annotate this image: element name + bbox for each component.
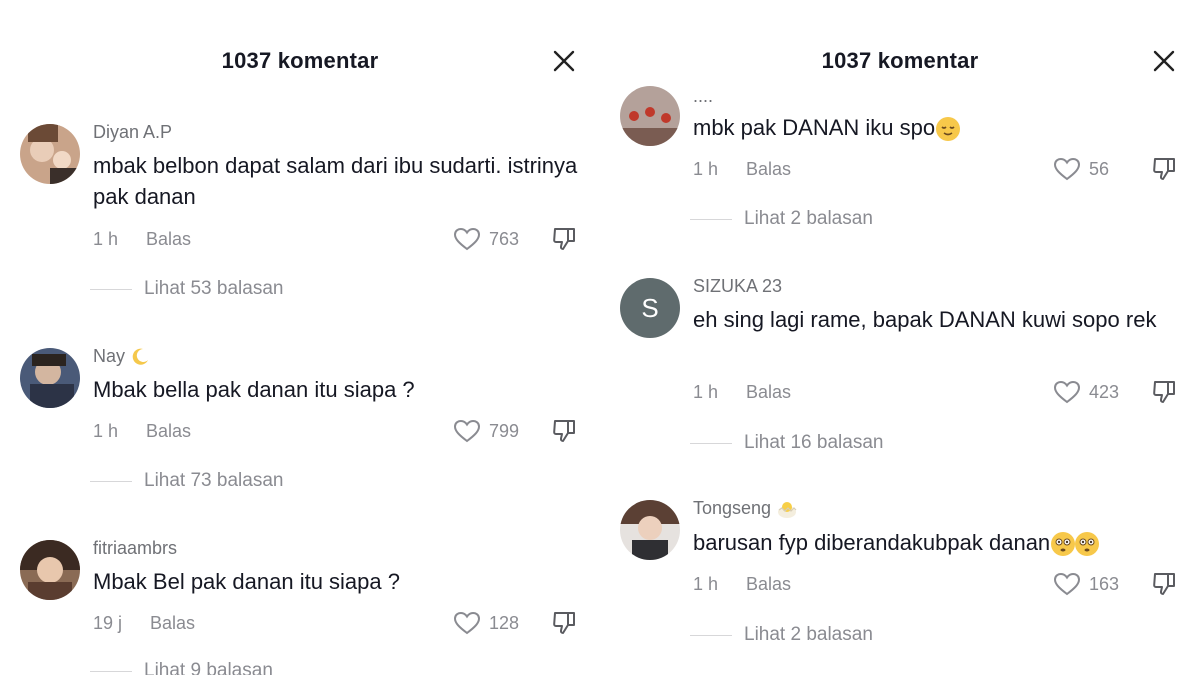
username-with-emoji[interactable]: Nay [93, 346, 150, 367]
comment-time: 1 h [693, 382, 719, 402]
comment-text-with-emoji: barusan fyp diberandakubpak danan [693, 527, 1193, 558]
comments-count-title: 1037 komentar [221, 48, 379, 73]
heart-icon [453, 227, 481, 251]
username[interactable]: fitriaambrs [93, 538, 177, 559]
like-count: 163 [1089, 573, 1120, 594]
thread-line [690, 218, 732, 220]
username: Nay [93, 346, 126, 366]
reply-button[interactable]: Balas [746, 574, 791, 594]
avatar[interactable] [620, 500, 680, 560]
close-icon[interactable] [548, 45, 580, 77]
comment-meta: 1 h Balas [93, 229, 191, 250]
like-count: 763 [489, 228, 520, 249]
avatar[interactable] [20, 540, 80, 600]
comment-text: Mbak bella pak danan itu siapa ? [93, 377, 415, 402]
dislike-icon[interactable] [551, 226, 577, 257]
like-button[interactable]: 799 [453, 419, 519, 443]
comment-time: 1 h [93, 229, 119, 249]
like-button[interactable]: 56 [1053, 157, 1109, 181]
dislike-icon[interactable] [1151, 571, 1177, 602]
like-button[interactable]: 128 [453, 611, 519, 635]
heart-icon [453, 419, 481, 443]
view-replies-link[interactable]: Lihat 73 balasan [90, 470, 283, 492]
comment-text: barusan fyp diberandakubpak danan [693, 530, 1051, 555]
heart-icon [1053, 157, 1081, 181]
comments-panel-left: 1037 komentar Diyan A.P mbak belbon dapa… [0, 0, 600, 675]
reply-button[interactable]: Balas [146, 229, 191, 249]
comment-time: 1 h [693, 159, 719, 179]
heart-icon [453, 611, 481, 635]
view-replies-link[interactable]: Lihat 53 balasan [90, 278, 283, 300]
view-replies-label: Lihat 16 balasan [744, 432, 884, 453]
heart-icon [1053, 572, 1081, 596]
view-replies-label: Lihat 73 balasan [144, 470, 284, 491]
comment-time: 19 j [93, 613, 123, 633]
reply-button[interactable]: Balas [150, 613, 195, 633]
view-replies-label: Lihat 53 balasan [144, 278, 284, 299]
comment-text-with-emoji: mbk pak DANAN iku spo [693, 112, 1193, 143]
comments-panel-right: 1037 komentar .... mbk pak DANAN iku spo… [600, 0, 1200, 675]
view-replies-link[interactable]: Lihat 16 balasan [690, 432, 883, 454]
dislike-icon[interactable] [551, 610, 577, 641]
hatching-chick-icon [778, 502, 797, 519]
dislike-icon[interactable] [1151, 379, 1177, 410]
comments-count-title: 1037 komentar [821, 48, 979, 73]
thread-line [90, 288, 132, 290]
view-replies-link[interactable]: Lihat 2 balasan [690, 624, 873, 646]
like-button[interactable]: 763 [453, 227, 519, 251]
reply-button[interactable]: Balas [746, 159, 791, 179]
like-count: 56 [1089, 158, 1110, 179]
close-icon[interactable] [1148, 45, 1180, 77]
avatar[interactable] [20, 348, 80, 408]
thread-line [690, 442, 732, 444]
dislike-icon[interactable] [551, 418, 577, 449]
reply-button[interactable]: Balas [146, 421, 191, 441]
comment-meta: 19 j Balas [93, 613, 195, 634]
username[interactable]: .... [693, 86, 713, 107]
username[interactable]: SIZUKA 23 [693, 276, 782, 297]
view-replies-label: Lihat 2 balasan [744, 208, 873, 229]
reply-button[interactable]: Balas [746, 382, 791, 402]
comment-meta: 1 h Balas [693, 574, 791, 595]
avatar[interactable] [20, 124, 80, 184]
view-replies-link[interactable]: Lihat 9 balasan [90, 660, 273, 675]
relieved-face-icon [936, 117, 961, 142]
comment-text: Mbak Bel pak danan itu siapa ? [93, 569, 400, 594]
dislike-icon[interactable] [1151, 156, 1177, 187]
thread-line [90, 480, 132, 482]
heart-icon [1053, 380, 1081, 404]
username-with-emoji[interactable]: Tongseng [693, 498, 798, 519]
flushed-face-icon [1051, 532, 1100, 557]
comment-time: 1 h [93, 421, 119, 441]
comment-text: mbak belbon dapat salam dari ibu sudarti… [93, 153, 578, 209]
avatar-letter: S [641, 292, 659, 323]
comment-time: 1 h [693, 574, 719, 594]
thread-line [90, 670, 132, 672]
avatar[interactable]: S [620, 278, 680, 338]
view-replies-label: Lihat 9 balasan [144, 660, 273, 675]
avatar[interactable] [620, 86, 680, 146]
like-button[interactable]: 163 [1053, 572, 1119, 596]
crescent-moon-icon [132, 348, 149, 365]
thread-line [690, 634, 732, 636]
comment-meta: 1 h Balas [693, 159, 791, 180]
view-replies-link[interactable]: Lihat 2 balasan [690, 208, 873, 230]
comment-text: mbk pak DANAN iku spo [693, 115, 936, 140]
like-button[interactable]: 423 [1053, 380, 1119, 404]
comment-text: eh sing lagi rame, bapak DANAN kuwi sopo… [693, 307, 1157, 332]
username[interactable]: Diyan A.P [93, 122, 172, 143]
like-count: 128 [489, 612, 520, 633]
view-replies-label: Lihat 2 balasan [744, 624, 873, 645]
like-count: 799 [489, 420, 520, 441]
comment-meta: 1 h Balas [93, 421, 191, 442]
comment-meta: 1 h Balas [693, 382, 791, 403]
username: Tongseng [693, 498, 772, 518]
like-count: 423 [1089, 381, 1120, 402]
